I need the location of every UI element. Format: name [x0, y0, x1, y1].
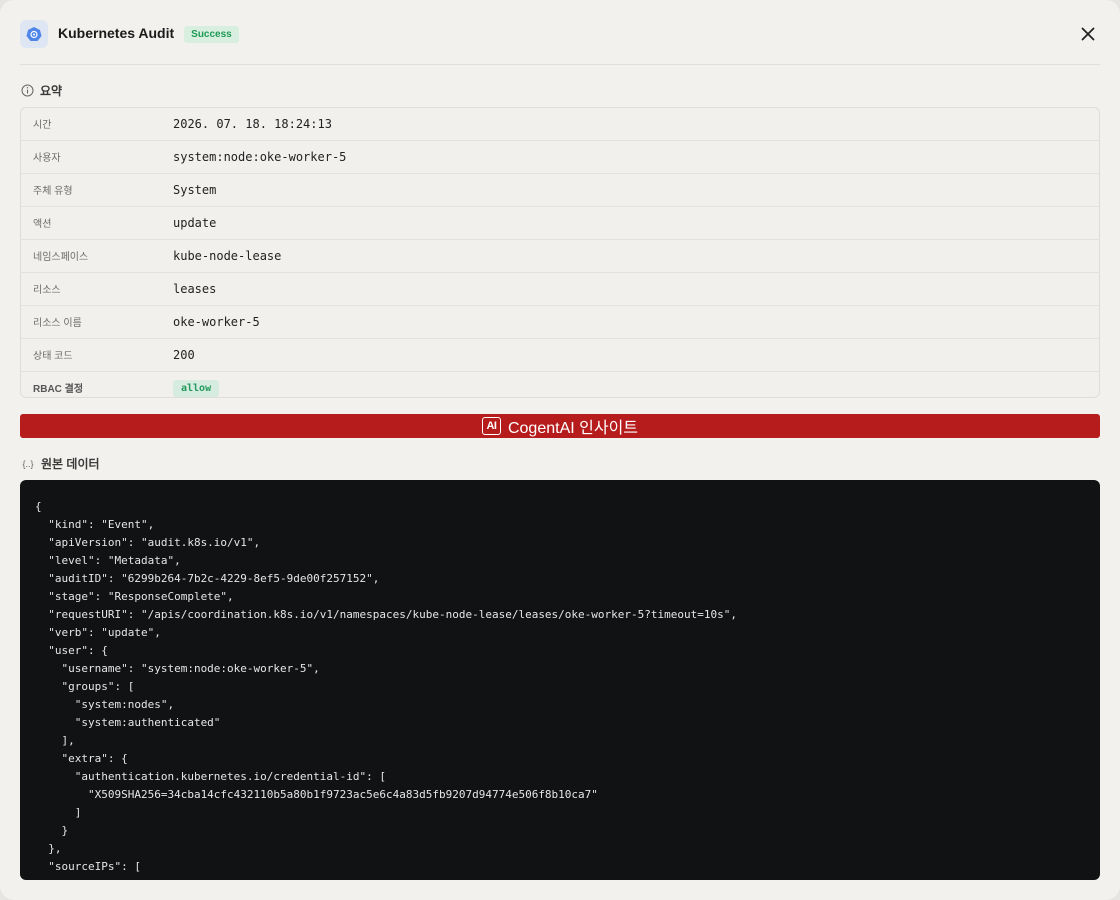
- summary-row-action: 액션 update: [21, 207, 1099, 240]
- raw-data-label-text: 원본 데이터: [41, 457, 100, 471]
- raw-json-viewer[interactable]: { "kind": "Event", "apiVersion": "audit.…: [20, 480, 1100, 880]
- row-value: leases: [173, 282, 217, 296]
- row-value: kube-node-lease: [173, 249, 282, 263]
- row-key: 주체 유형: [33, 185, 73, 197]
- summary-row-time: 시간 2026. 07. 18. 18:24:13: [21, 108, 1099, 141]
- kubernetes-icon: [20, 20, 48, 48]
- row-key: 상태 코드: [33, 350, 73, 362]
- row-value: update: [173, 216, 217, 230]
- ai-icon: AI: [481, 417, 501, 435]
- cogentai-insight-button[interactable]: AI CogentAI 인사이트: [20, 414, 1100, 438]
- row-key: 시간: [33, 119, 52, 131]
- cogentai-insight-label: CogentAI 인사이트: [507, 420, 639, 437]
- row-key: 액션: [33, 218, 52, 230]
- raw-data-section-label: {..} 원본 데이터: [20, 455, 100, 472]
- row-value: System: [173, 183, 217, 197]
- close-button[interactable]: [1078, 24, 1098, 44]
- row-key: 리소스: [33, 284, 61, 296]
- info-icon: [20, 84, 34, 98]
- modal-title: Kubernetes Audit: [58, 25, 175, 41]
- summary-row-resource: 리소스 leases: [21, 273, 1099, 306]
- summary-label-text: 요약: [40, 84, 63, 98]
- row-value: oke-worker-5: [173, 315, 260, 329]
- rbac-decision-badge: allow: [173, 380, 220, 397]
- row-key: RBAC 결정: [33, 384, 84, 395]
- row-value: system:node:oke-worker-5: [173, 150, 347, 164]
- summary-section-label: 요약: [20, 82, 62, 99]
- summary-row-rbac: RBAC 결정 allow: [21, 372, 1099, 397]
- row-value-wrap: allow: [173, 380, 220, 397]
- summary-row-resource-name: 리소스 이름 oke-worker-5: [21, 306, 1099, 339]
- row-key: 리소스 이름: [33, 317, 82, 329]
- summary-row-status-code: 상태 코드 200: [21, 339, 1099, 372]
- row-key: 네임스페이스: [33, 251, 89, 263]
- close-icon: [1081, 27, 1095, 41]
- audit-detail-modal: Kubernetes Audit Success 요약 시간 2026. 07.…: [0, 0, 1120, 900]
- row-value: 2026. 07. 18. 18:24:13: [173, 117, 332, 131]
- summary-row-subject-type: 주체 유형 System: [21, 174, 1099, 207]
- summary-row-namespace: 네임스페이스 kube-node-lease: [21, 240, 1099, 273]
- summary-table: 시간 2026. 07. 18. 18:24:13 사용자 system:nod…: [20, 107, 1100, 398]
- status-badge: Success: [184, 26, 239, 43]
- modal-header: Kubernetes Audit Success: [20, 20, 1100, 65]
- row-value: 200: [173, 348, 195, 362]
- summary-row-user: 사용자 system:node:oke-worker-5: [21, 141, 1099, 174]
- raw-json-text: { "kind": "Event", "apiVersion": "audit.…: [35, 500, 737, 880]
- row-key: 사용자: [33, 152, 61, 164]
- braces-icon: {..}: [22, 458, 34, 469]
